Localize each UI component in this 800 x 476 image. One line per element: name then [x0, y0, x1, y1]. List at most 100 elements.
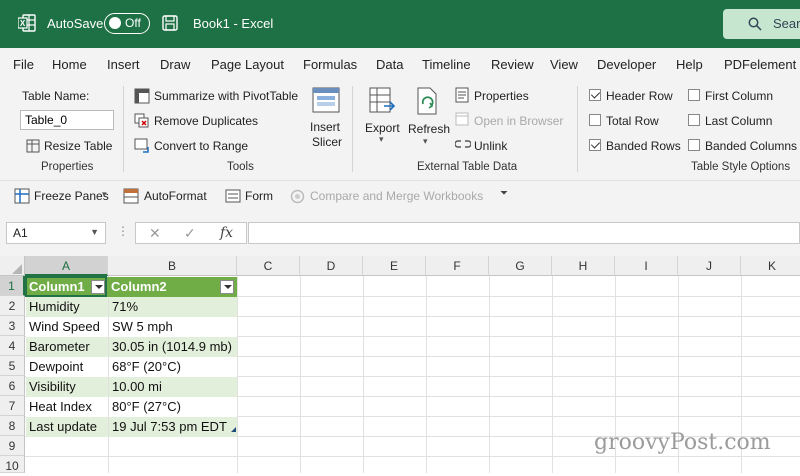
formula-input[interactable]: [248, 222, 800, 244]
last-column-checkbox[interactable]: [688, 114, 700, 126]
table-cell[interactable]: Humidity: [26, 297, 108, 317]
banded-columns-checkbox[interactable]: [688, 139, 700, 151]
menu-review[interactable]: Review: [491, 57, 534, 72]
table-name-input[interactable]: [20, 110, 114, 130]
properties-button[interactable]: Properties: [474, 89, 529, 103]
freeze-panes-dropdown-icon[interactable]: ▾: [102, 189, 107, 200]
convert-to-range-button[interactable]: Convert to Range: [154, 139, 248, 153]
freeze-panes-button[interactable]: Freeze Panes: [34, 189, 109, 203]
select-all-icon: [12, 264, 22, 274]
menu-help[interactable]: Help: [676, 57, 703, 72]
properties-icon: [455, 87, 469, 103]
menu-view[interactable]: View: [550, 57, 578, 72]
menu-home[interactable]: Home: [52, 57, 87, 72]
menu-timeline[interactable]: Timeline: [422, 57, 471, 72]
refresh-dropdown-icon[interactable]: ▾: [423, 136, 428, 147]
unlink-icon: [455, 140, 471, 148]
ribbon: Table Name: Resize Table Properties Summ…: [0, 80, 800, 180]
table-cell[interactable]: SW 5 mph: [109, 317, 237, 337]
pivottable-icon: [134, 88, 150, 104]
table-cell[interactable]: Barometer: [26, 337, 108, 357]
resize-table-button[interactable]: Resize Table: [44, 139, 112, 153]
row-header-2[interactable]: 2: [0, 296, 25, 316]
export-button[interactable]: Export: [365, 121, 400, 135]
compare-merge-button[interactable]: Compare and Merge Workbooks: [310, 189, 483, 203]
table-cell[interactable]: 80°F (27°C): [109, 397, 237, 417]
menu-draw[interactable]: Draw: [160, 57, 190, 72]
column-header-j[interactable]: J: [678, 256, 741, 276]
unlink-button[interactable]: Unlink: [474, 139, 507, 153]
table-cell[interactable]: 68°F (20°C): [109, 357, 237, 377]
header-row-checkbox[interactable]: [589, 89, 601, 101]
insert-slicer-label-1[interactable]: Insert: [310, 120, 340, 134]
autoformat-button[interactable]: AutoFormat: [144, 189, 207, 203]
column-header-g[interactable]: G: [489, 256, 552, 276]
table-cell[interactable]: 71%: [109, 297, 237, 317]
autosave-toggle[interactable]: Off: [104, 13, 150, 34]
column-header-e[interactable]: E: [363, 256, 426, 276]
menu-data[interactable]: Data: [376, 57, 403, 72]
column-header-c[interactable]: C: [237, 256, 300, 276]
row-header-9[interactable]: 9: [0, 436, 25, 456]
table-cell[interactable]: 10.00 mi: [109, 377, 237, 397]
refresh-icon: [417, 87, 437, 115]
row-header-4[interactable]: 4: [0, 336, 25, 356]
name-box[interactable]: A1 ▼: [6, 222, 106, 244]
export-dropdown-icon[interactable]: ▾: [379, 134, 384, 145]
insert-function-icon[interactable]: fx: [220, 225, 233, 241]
column-header-b[interactable]: B: [108, 256, 237, 276]
column-header-h[interactable]: H: [552, 256, 615, 276]
table-cell[interactable]: Heat Index: [26, 397, 108, 417]
table-header-cell[interactable]: Column2: [108, 277, 237, 297]
table-cell[interactable]: Dewpoint: [26, 357, 108, 377]
first-column-checkbox[interactable]: [688, 89, 700, 101]
column-header-k[interactable]: K: [741, 256, 800, 276]
menu-developer[interactable]: Developer: [597, 57, 656, 72]
table-cell[interactable]: Wind Speed: [26, 317, 108, 337]
column-header-a[interactable]: A: [25, 256, 108, 276]
table-resize-handle[interactable]: [231, 427, 236, 432]
open-in-browser-button[interactable]: Open in Browser: [474, 114, 563, 128]
menu-formulas[interactable]: Formulas: [303, 57, 357, 72]
row-header-7[interactable]: 7: [0, 396, 25, 416]
formula-bar-grip-icon[interactable]: ⋮: [117, 224, 129, 238]
form-button[interactable]: Form: [245, 189, 273, 203]
search-box[interactable]: Sear: [723, 9, 800, 39]
refresh-button[interactable]: Refresh: [408, 122, 450, 136]
total-row-checkbox[interactable]: [589, 114, 601, 126]
summarize-pivottable-button[interactable]: Summarize with PivotTable: [154, 89, 298, 103]
quick-toolbar: Freeze Panes ▾ AutoFormat Form Compare a…: [0, 180, 800, 210]
save-icon[interactable]: [162, 15, 178, 31]
excel-logo-icon[interactable]: X: [18, 14, 36, 32]
row-header-1[interactable]: 1: [0, 276, 25, 296]
column-header-d[interactable]: D: [300, 256, 363, 276]
watermark: groovyPost.com: [594, 430, 771, 455]
insert-slicer-label-2[interactable]: Slicer: [312, 135, 342, 149]
menu-page-layout[interactable]: Page Layout: [211, 57, 284, 72]
filter-dropdown-icon[interactable]: [220, 280, 234, 294]
row-header-10[interactable]: 10: [0, 456, 25, 473]
customize-toolbar-icon[interactable]: ⏷: [500, 188, 508, 199]
table-cell[interactable]: 19 Jul 7:53 pm EDT: [109, 417, 237, 437]
table-cell[interactable]: Visibility: [26, 377, 108, 397]
column-header-i[interactable]: I: [615, 256, 678, 276]
column-header-f[interactable]: F: [426, 256, 489, 276]
row-header-3[interactable]: 3: [0, 316, 25, 336]
row-header-8[interactable]: 8: [0, 416, 25, 436]
menu-pdfelement[interactable]: PDFelement: [724, 57, 796, 72]
row-header-5[interactable]: 5: [0, 356, 25, 376]
select-all-corner[interactable]: [0, 256, 25, 276]
remove-duplicates-button[interactable]: Remove Duplicates: [154, 114, 258, 128]
menu-insert[interactable]: Insert: [107, 57, 140, 72]
enter-icon[interactable]: ✓: [184, 225, 196, 242]
ribbon-separator: [577, 86, 578, 172]
cancel-icon[interactable]: ✕: [149, 225, 161, 242]
row-header-6[interactable]: 6: [0, 376, 25, 396]
table-cell[interactable]: 30.05 in (1014.9 mb): [109, 337, 237, 357]
name-box-value: A1: [13, 226, 28, 240]
group-properties: Properties: [41, 161, 94, 173]
menu-file[interactable]: File: [13, 57, 34, 72]
name-box-dropdown-icon[interactable]: ▼: [90, 227, 99, 237]
banded-rows-checkbox[interactable]: [589, 139, 601, 151]
table-cell[interactable]: Last update: [26, 417, 108, 437]
